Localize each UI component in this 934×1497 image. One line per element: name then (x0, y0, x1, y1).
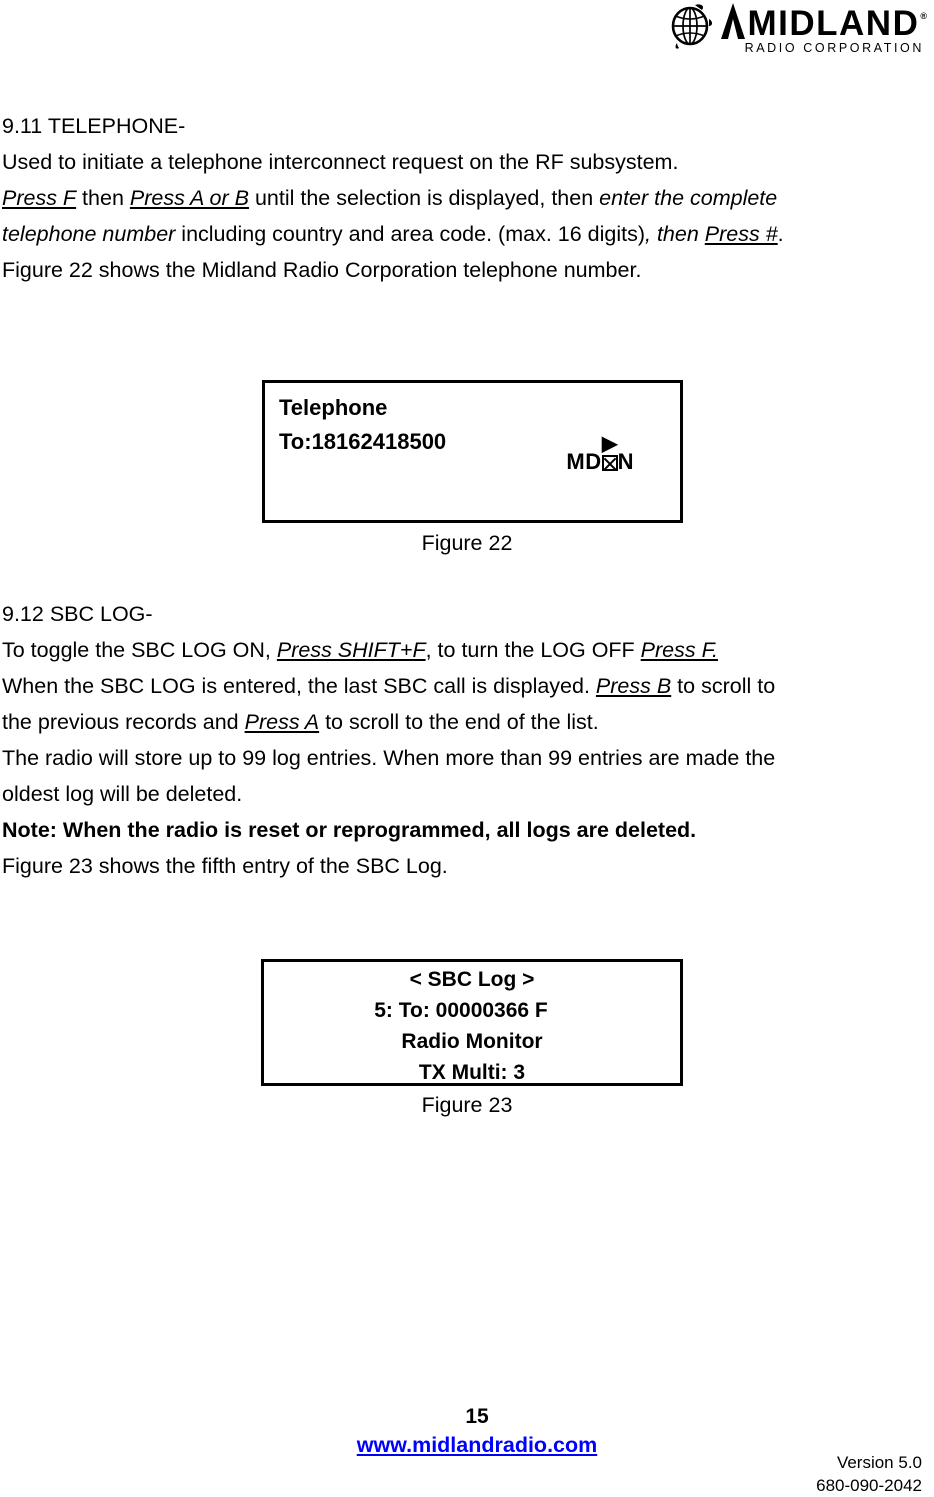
press-shift-f-emphasis: Press SHIFT+F (276, 638, 426, 662)
figure-22-lcd-display: Telephone To:18162418500 ▶ MD N (262, 380, 683, 523)
figure-23-caption: Figure 23 (421, 1093, 513, 1117)
lcd23-line-2: 5: To: 00000366 F (374, 999, 548, 1022)
section-9-12-note: Note: When the radio is reset or reprogr… (2, 818, 697, 842)
section-9-12-paragraph-5: oldest log will be deleted. (2, 782, 243, 806)
figure-23-lcd-display: < SBC Log > 5: To: 00000366 F Radio Moni… (261, 959, 683, 1086)
logo-a-mark-icon (721, 3, 746, 39)
globe-icon (672, 4, 713, 49)
section-9-12-paragraph-3: the previous records and Press A to scro… (0, 704, 934, 740)
text-scroll-to: to scroll to (671, 674, 776, 698)
section-9-11-heading: 9.11 TELEPHONE- (2, 114, 186, 138)
lcd23-line-3: Radio Monitor (401, 1030, 543, 1053)
text-then: then (76, 186, 130, 210)
press-a-emphasis: Press A (244, 710, 320, 734)
lcd22-status-suffix: N (617, 449, 634, 474)
lcd22-line-1: Telephone (279, 395, 388, 420)
text-toggle-sbc-log-on: To toggle the SBC LOG ON, (2, 638, 277, 662)
figure-22-caption: Figure 22 (421, 531, 513, 555)
page-header: MIDLAND ® RADIO CORPORATION (0, 0, 934, 62)
logo-wordmark: MIDLAND ® RADIO CORPORATION (719, 2, 927, 55)
lcd23-line-1: < SBC Log > (409, 968, 535, 991)
section-9-12-paragraph-4: The radio will store up to 99 log entrie… (2, 746, 776, 770)
logo-subtitle: RADIO CORPORATION (744, 41, 924, 55)
version-block: Version 5.0 680-090-2042 (816, 1451, 922, 1497)
text-scroll-end-list: to scroll to the end of the list. (319, 710, 599, 734)
registered-mark: ® (920, 11, 927, 21)
section-9-11-paragraph-2: Press F then Press A or B until the sele… (0, 180, 934, 216)
midland-logo: MIDLAND ® RADIO CORPORATION (665, 2, 927, 55)
press-f-emphasis: Press F (2, 186, 77, 210)
document-body: 9.11 TELEPHONE- Used to initiate a telep… (0, 108, 934, 288)
text-previous-records: the previous records and (2, 710, 245, 734)
section-9-12-block: 9.12 SBC LOG- To toggle the SBC LOG ON, … (0, 596, 934, 884)
press-f-off-emphasis: Press F. (640, 638, 718, 662)
section-9-12-heading: 9.12 SBC LOG- (2, 602, 153, 626)
page-number: 15 (465, 1405, 489, 1428)
page-footer: 15 www.midlandradio.com Version 5.0 680-… (0, 1404, 934, 1495)
press-b-emphasis: Press B (595, 674, 672, 698)
period-after-press-hash: . (777, 222, 784, 246)
section-9-12-paragraph-6: Figure 23 shows the fifth entry of the S… (2, 854, 448, 878)
press-a-or-b-emphasis: Press A or B (129, 186, 249, 210)
section-9-11-paragraph-3: telephone number including country and a… (0, 216, 934, 252)
press-hash-emphasis: Press # (704, 222, 778, 246)
logo-brand-text: MIDLAND (747, 3, 920, 43)
telephone-number-emphasis: telephone number (2, 222, 176, 246)
section-9-12-paragraph-1: To toggle the SBC LOG ON, Press SHIFT+F,… (0, 632, 934, 668)
section-9-11-line-1: Used to initiate a telephone interconnec… (2, 150, 679, 174)
text-turn-log-off: , to turn the LOG OFF (425, 638, 641, 662)
text-sbc-log-entered: When the SBC LOG is entered, the last SB… (2, 674, 596, 698)
text-country-area-code: including country and area code. (max. 1… (175, 222, 646, 246)
text-until-displayed: until the selection is displayed, then (248, 186, 600, 210)
boxed-x-icon (601, 455, 618, 471)
then-emphasis: , then (645, 222, 705, 246)
section-9-11-line-4: Figure 22 shows the Midland Radio Corpor… (2, 258, 642, 282)
lcd23-line-4: TX Multi: 3 (418, 1061, 526, 1084)
website-link[interactable]: www.midlandradio.com (10, 1430, 934, 1460)
lcd22-status-prefix: MD (566, 449, 602, 474)
logo-main-line: MIDLAND ® (719, 3, 927, 43)
lcd22-status-line: MD N (265, 449, 680, 475)
document-number: 680-090-2042 (816, 1476, 922, 1495)
enter-complete-emphasis: enter the complete (599, 186, 778, 210)
version-text: Version 5.0 (836, 1453, 922, 1472)
section-9-12-paragraph-2: When the SBC LOG is entered, the last SB… (0, 668, 934, 704)
